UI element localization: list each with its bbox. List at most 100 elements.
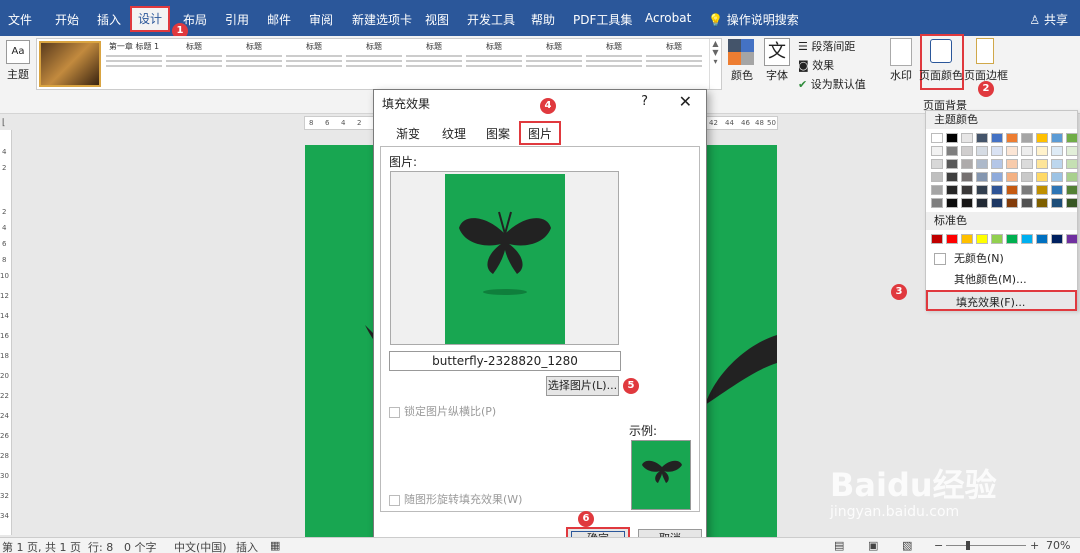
theme-color-swatch[interactable] (961, 159, 973, 169)
zoom-out-icon[interactable]: − (934, 539, 943, 552)
theme-color-swatch[interactable] (1066, 146, 1078, 156)
tab-acrobat[interactable]: Acrobat (645, 11, 691, 25)
zoom-level[interactable]: 70% (1046, 539, 1070, 552)
style-set-10[interactable]: 标题 (643, 41, 705, 87)
style-set-3[interactable]: 标题 (223, 41, 285, 87)
theme-color-swatch[interactable] (946, 198, 958, 208)
theme-color-swatch[interactable] (1051, 172, 1063, 182)
help-search[interactable]: 💡 操作说明搜索 (708, 11, 799, 28)
zoom-in-icon[interactable]: + (1030, 539, 1039, 552)
theme-color-swatch[interactable] (1066, 133, 1078, 143)
standard-color-swatch[interactable] (1051, 234, 1063, 244)
help-button[interactable]: ? (641, 94, 648, 109)
zoom-slider[interactable] (946, 545, 1026, 546)
close-icon[interactable]: ✕ (679, 92, 692, 111)
more-colors-item[interactable]: 其他颜色(M)... (926, 269, 1077, 290)
page-count[interactable]: 第 1 页, 共 1 页 (2, 539, 81, 553)
theme-color-swatch[interactable] (961, 146, 973, 156)
macro-icon[interactable]: ▦ (270, 539, 280, 552)
standard-color-swatch[interactable] (931, 234, 943, 244)
tab-view[interactable]: 视图 (425, 11, 449, 28)
page-color-button-label[interactable]: 页面颜色 (919, 67, 963, 83)
colors-button-label[interactable]: 颜色 (731, 67, 753, 83)
standard-color-swatch[interactable] (1066, 234, 1078, 244)
theme-color-swatch[interactable] (931, 172, 943, 182)
theme-color-swatch[interactable] (976, 198, 988, 208)
no-color-item[interactable]: 无颜色(N) (926, 248, 1077, 269)
tab-layout[interactable]: 布局 (183, 11, 207, 28)
tab-picture[interactable]: 图片 (519, 121, 561, 145)
style-set-6[interactable]: 标题 (403, 41, 465, 87)
style-set-5[interactable]: 标题 (343, 41, 405, 87)
theme-color-swatch[interactable] (946, 159, 958, 169)
watermark-icon[interactable] (890, 38, 912, 66)
theme-color-swatch[interactable] (976, 133, 988, 143)
page-border-icon[interactable] (976, 38, 994, 64)
style-set-2[interactable]: 标题 (163, 41, 225, 87)
theme-color-swatch[interactable] (1021, 159, 1033, 169)
theme-color-swatch[interactable] (946, 185, 958, 195)
theme-color-swatch[interactable] (991, 198, 1003, 208)
theme-color-swatch[interactable] (1006, 198, 1018, 208)
theme-color-swatch[interactable] (931, 133, 943, 143)
theme-color-swatch[interactable] (976, 185, 988, 195)
theme-color-swatch[interactable] (961, 133, 973, 143)
theme-color-swatch[interactable] (1036, 172, 1048, 182)
select-picture-button[interactable]: 选择图片(L)... (546, 376, 619, 396)
fonts-icon[interactable]: 文 (764, 38, 790, 66)
themes-button[interactable]: Aa 主题 (4, 40, 32, 82)
tab-file[interactable]: 文件 (8, 11, 32, 28)
standard-color-swatch[interactable] (991, 234, 1003, 244)
style-set-photo[interactable] (39, 41, 101, 87)
theme-color-swatch[interactable] (1066, 185, 1078, 195)
tab-new-tab[interactable]: 新建选项卡 (352, 11, 412, 28)
style-set-1[interactable]: 第一章 标题 1 (103, 41, 165, 87)
theme-color-swatch[interactable] (946, 133, 958, 143)
effects-button[interactable]: ◙ 效果 (798, 57, 834, 73)
theme-color-swatch[interactable] (991, 172, 1003, 182)
theme-color-swatch[interactable] (1051, 185, 1063, 195)
tab-developer[interactable]: 开发工具 (467, 11, 515, 28)
chevron-down-icon[interactable]: ▼ (710, 48, 721, 57)
theme-color-swatch[interactable] (1036, 185, 1048, 195)
theme-color-swatch[interactable] (976, 159, 988, 169)
theme-color-swatch[interactable] (1036, 146, 1048, 156)
read-mode-icon[interactable]: ▤ (834, 539, 844, 552)
theme-color-swatch[interactable] (976, 172, 988, 182)
fonts-button-label[interactable]: 字体 (766, 67, 788, 83)
theme-color-swatch[interactable] (1066, 159, 1078, 169)
tab-references[interactable]: 引用 (225, 11, 249, 28)
tab-stop-selector[interactable]: ⌊ (2, 118, 6, 128)
language[interactable]: 中文(中国) (174, 539, 227, 553)
line-count[interactable]: 行: 8 (88, 539, 113, 553)
theme-color-swatch[interactable] (931, 146, 943, 156)
standard-color-swatch[interactable] (946, 234, 958, 244)
theme-color-swatch[interactable] (1036, 159, 1048, 169)
theme-color-swatch[interactable] (1021, 198, 1033, 208)
theme-color-swatch[interactable] (976, 146, 988, 156)
theme-color-swatch[interactable] (946, 146, 958, 156)
set-default-button[interactable]: ✔ 设为默认值 (798, 76, 866, 92)
theme-color-swatch[interactable] (931, 159, 943, 169)
theme-color-swatch[interactable] (1036, 198, 1048, 208)
paragraph-spacing-button[interactable]: ☰ 段落间距 (798, 38, 855, 54)
colors-icon[interactable] (728, 39, 754, 65)
theme-color-swatch[interactable] (961, 198, 973, 208)
theme-color-swatch[interactable] (1021, 133, 1033, 143)
tab-pdf-tools[interactable]: PDF工具集 (573, 11, 632, 28)
style-set-4[interactable]: 标题 (283, 41, 345, 87)
theme-color-swatch[interactable] (1006, 159, 1018, 169)
watermark-button-label[interactable]: 水印 (890, 67, 912, 83)
standard-color-swatch[interactable] (1021, 234, 1033, 244)
theme-color-swatch[interactable] (1021, 185, 1033, 195)
share-button[interactable]: ♙ 共享 (1029, 11, 1068, 28)
theme-color-swatch[interactable] (1021, 172, 1033, 182)
insert-mode[interactable]: 插入 (236, 539, 258, 553)
lock-aspect-checkbox-box[interactable] (389, 406, 400, 418)
theme-color-swatch[interactable] (1066, 172, 1078, 182)
theme-color-swatch[interactable] (991, 146, 1003, 156)
theme-color-swatch[interactable] (991, 159, 1003, 169)
theme-color-swatch[interactable] (1051, 198, 1063, 208)
theme-color-swatch[interactable] (991, 133, 1003, 143)
theme-color-swatch[interactable] (931, 185, 943, 195)
